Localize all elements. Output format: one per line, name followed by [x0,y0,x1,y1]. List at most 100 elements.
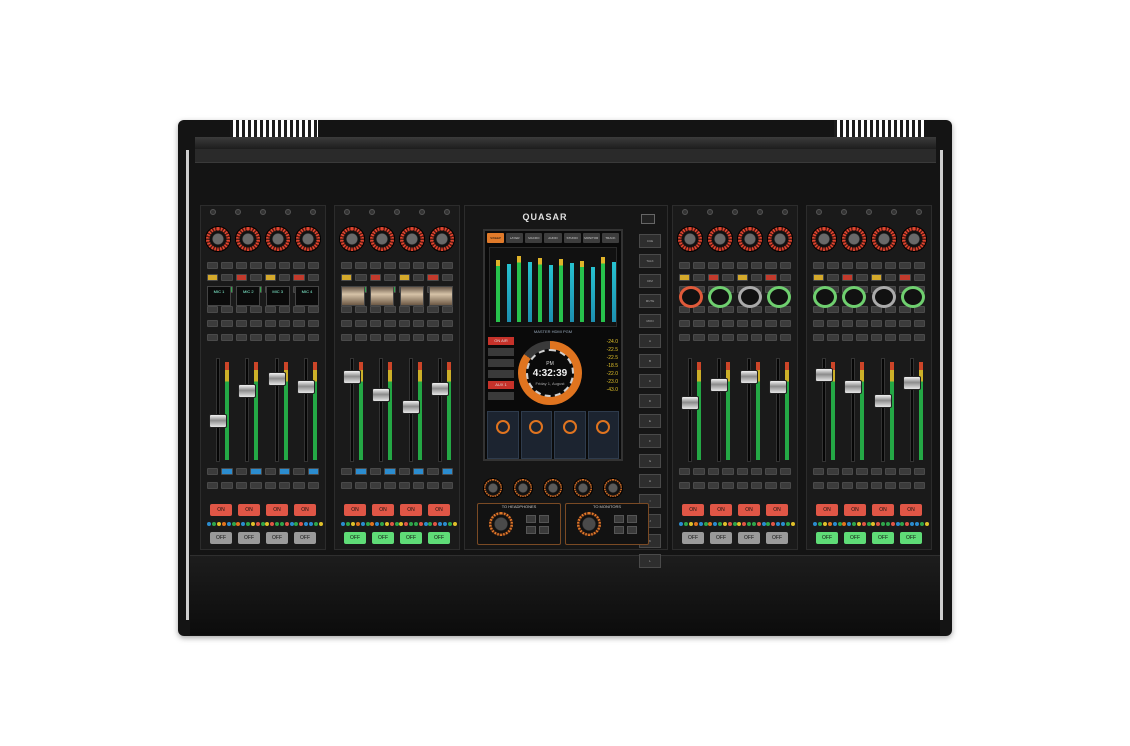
channel-button[interactable] [750,262,763,269]
gain-knob[interactable] [429,226,455,252]
fader-cap[interactable] [430,382,449,396]
off-button[interactable]: OFF [372,532,394,544]
channel-button[interactable] [899,274,911,281]
master-side-button[interactable]: G [639,454,661,468]
ctrl-button[interactable] [614,525,625,534]
on-button[interactable]: ON [266,504,288,516]
channel-button[interactable] [736,334,748,341]
channel-button[interactable] [369,274,382,281]
channel-button[interactable] [355,262,367,269]
on-button[interactable]: ON [400,504,422,516]
gain-knob[interactable] [265,226,291,252]
gain-knob[interactable] [369,226,395,252]
channel-button[interactable] [779,482,791,489]
channel-button[interactable] [221,468,233,475]
channel-button[interactable] [355,482,367,489]
channel-button[interactable] [736,274,748,281]
channel-button[interactable] [341,468,353,475]
channel-button[interactable] [207,320,219,327]
channel-button[interactable] [384,320,396,327]
channel-button[interactable] [765,482,777,489]
on-button[interactable]: ON [900,504,922,516]
fader-cap[interactable] [372,388,391,402]
on-button[interactable]: ON [238,504,260,516]
encoder-knob[interactable] [483,478,503,498]
side-item[interactable] [488,392,514,400]
channel-button[interactable] [293,334,305,341]
gain-knob[interactable] [901,226,927,252]
channel-button[interactable] [722,320,734,327]
channel-button[interactable] [341,320,353,327]
channel-button[interactable] [765,334,777,341]
channel-button[interactable] [750,468,763,475]
channel-button[interactable] [398,468,410,475]
on-button[interactable]: ON [210,504,232,516]
gain-knob[interactable] [811,226,837,252]
channel-button[interactable] [355,320,367,327]
gain-knob[interactable] [339,226,365,252]
channel-button[interactable] [707,468,720,475]
side-item[interactable] [488,348,514,356]
channel-button[interactable] [369,320,382,327]
channel-button[interactable] [412,468,425,475]
channel-button[interactable] [813,334,825,341]
channel-button[interactable] [870,262,882,269]
panel-talk[interactable] [554,411,586,459]
channel-button[interactable] [293,320,305,327]
off-button[interactable]: OFF [900,532,922,544]
channel-button[interactable] [722,334,734,341]
channel-button[interactable] [207,262,219,269]
channel-button[interactable] [899,334,911,341]
fader-cap[interactable] [902,376,921,390]
encoder-knob[interactable] [543,478,563,498]
channel-button[interactable] [384,334,396,341]
off-button[interactable]: OFF [294,532,316,544]
master-side-button[interactable]: TALK [639,254,661,268]
channel-button[interactable] [427,482,439,489]
channel-button[interactable] [278,274,291,281]
channel-button[interactable] [207,482,219,489]
channel-button[interactable] [827,334,839,341]
channel-button[interactable] [441,482,453,489]
channel-button[interactable] [813,482,825,489]
channel-button[interactable] [679,320,691,327]
channel-button[interactable] [221,320,233,327]
channel-button[interactable] [707,482,720,489]
fader-cap[interactable] [209,414,227,428]
panel-monitor[interactable] [587,411,619,459]
channel-button[interactable] [884,274,897,281]
master-side-button[interactable]: F [639,434,661,448]
channel-button[interactable] [264,320,276,327]
gain-knob[interactable] [295,226,321,252]
channel-button[interactable] [779,320,791,327]
channel-button[interactable] [250,274,262,281]
channel-button[interactable] [779,334,791,341]
channel-button[interactable] [813,274,825,281]
channel-button[interactable] [722,468,734,475]
off-button[interactable]: OFF [816,532,838,544]
channel-button[interactable] [250,468,262,475]
fader-cap[interactable] [401,400,420,414]
fader-cap[interactable] [815,368,833,382]
channel-button[interactable] [856,482,868,489]
channel-button[interactable] [870,320,882,327]
channel-button[interactable] [841,320,854,327]
channel-button[interactable] [870,334,882,341]
off-button[interactable]: OFF [682,532,704,544]
panel-preview[interactable] [520,411,552,459]
channel-button[interactable] [884,320,897,327]
gain-knob[interactable] [841,226,867,252]
channel-button[interactable] [813,468,825,475]
channel-button[interactable] [441,274,453,281]
master-side-button[interactable]: E [639,414,661,428]
channel-button[interactable] [736,468,748,475]
gain-knob[interactable] [737,226,763,252]
off-button[interactable]: OFF [266,532,288,544]
channel-button[interactable] [235,468,248,475]
channel-button[interactable] [221,482,233,489]
channel-button[interactable] [827,262,839,269]
fader-cap[interactable] [267,372,286,386]
encoder-knob[interactable] [513,478,533,498]
channel-button[interactable] [827,468,839,475]
gain-knob[interactable] [205,226,231,252]
